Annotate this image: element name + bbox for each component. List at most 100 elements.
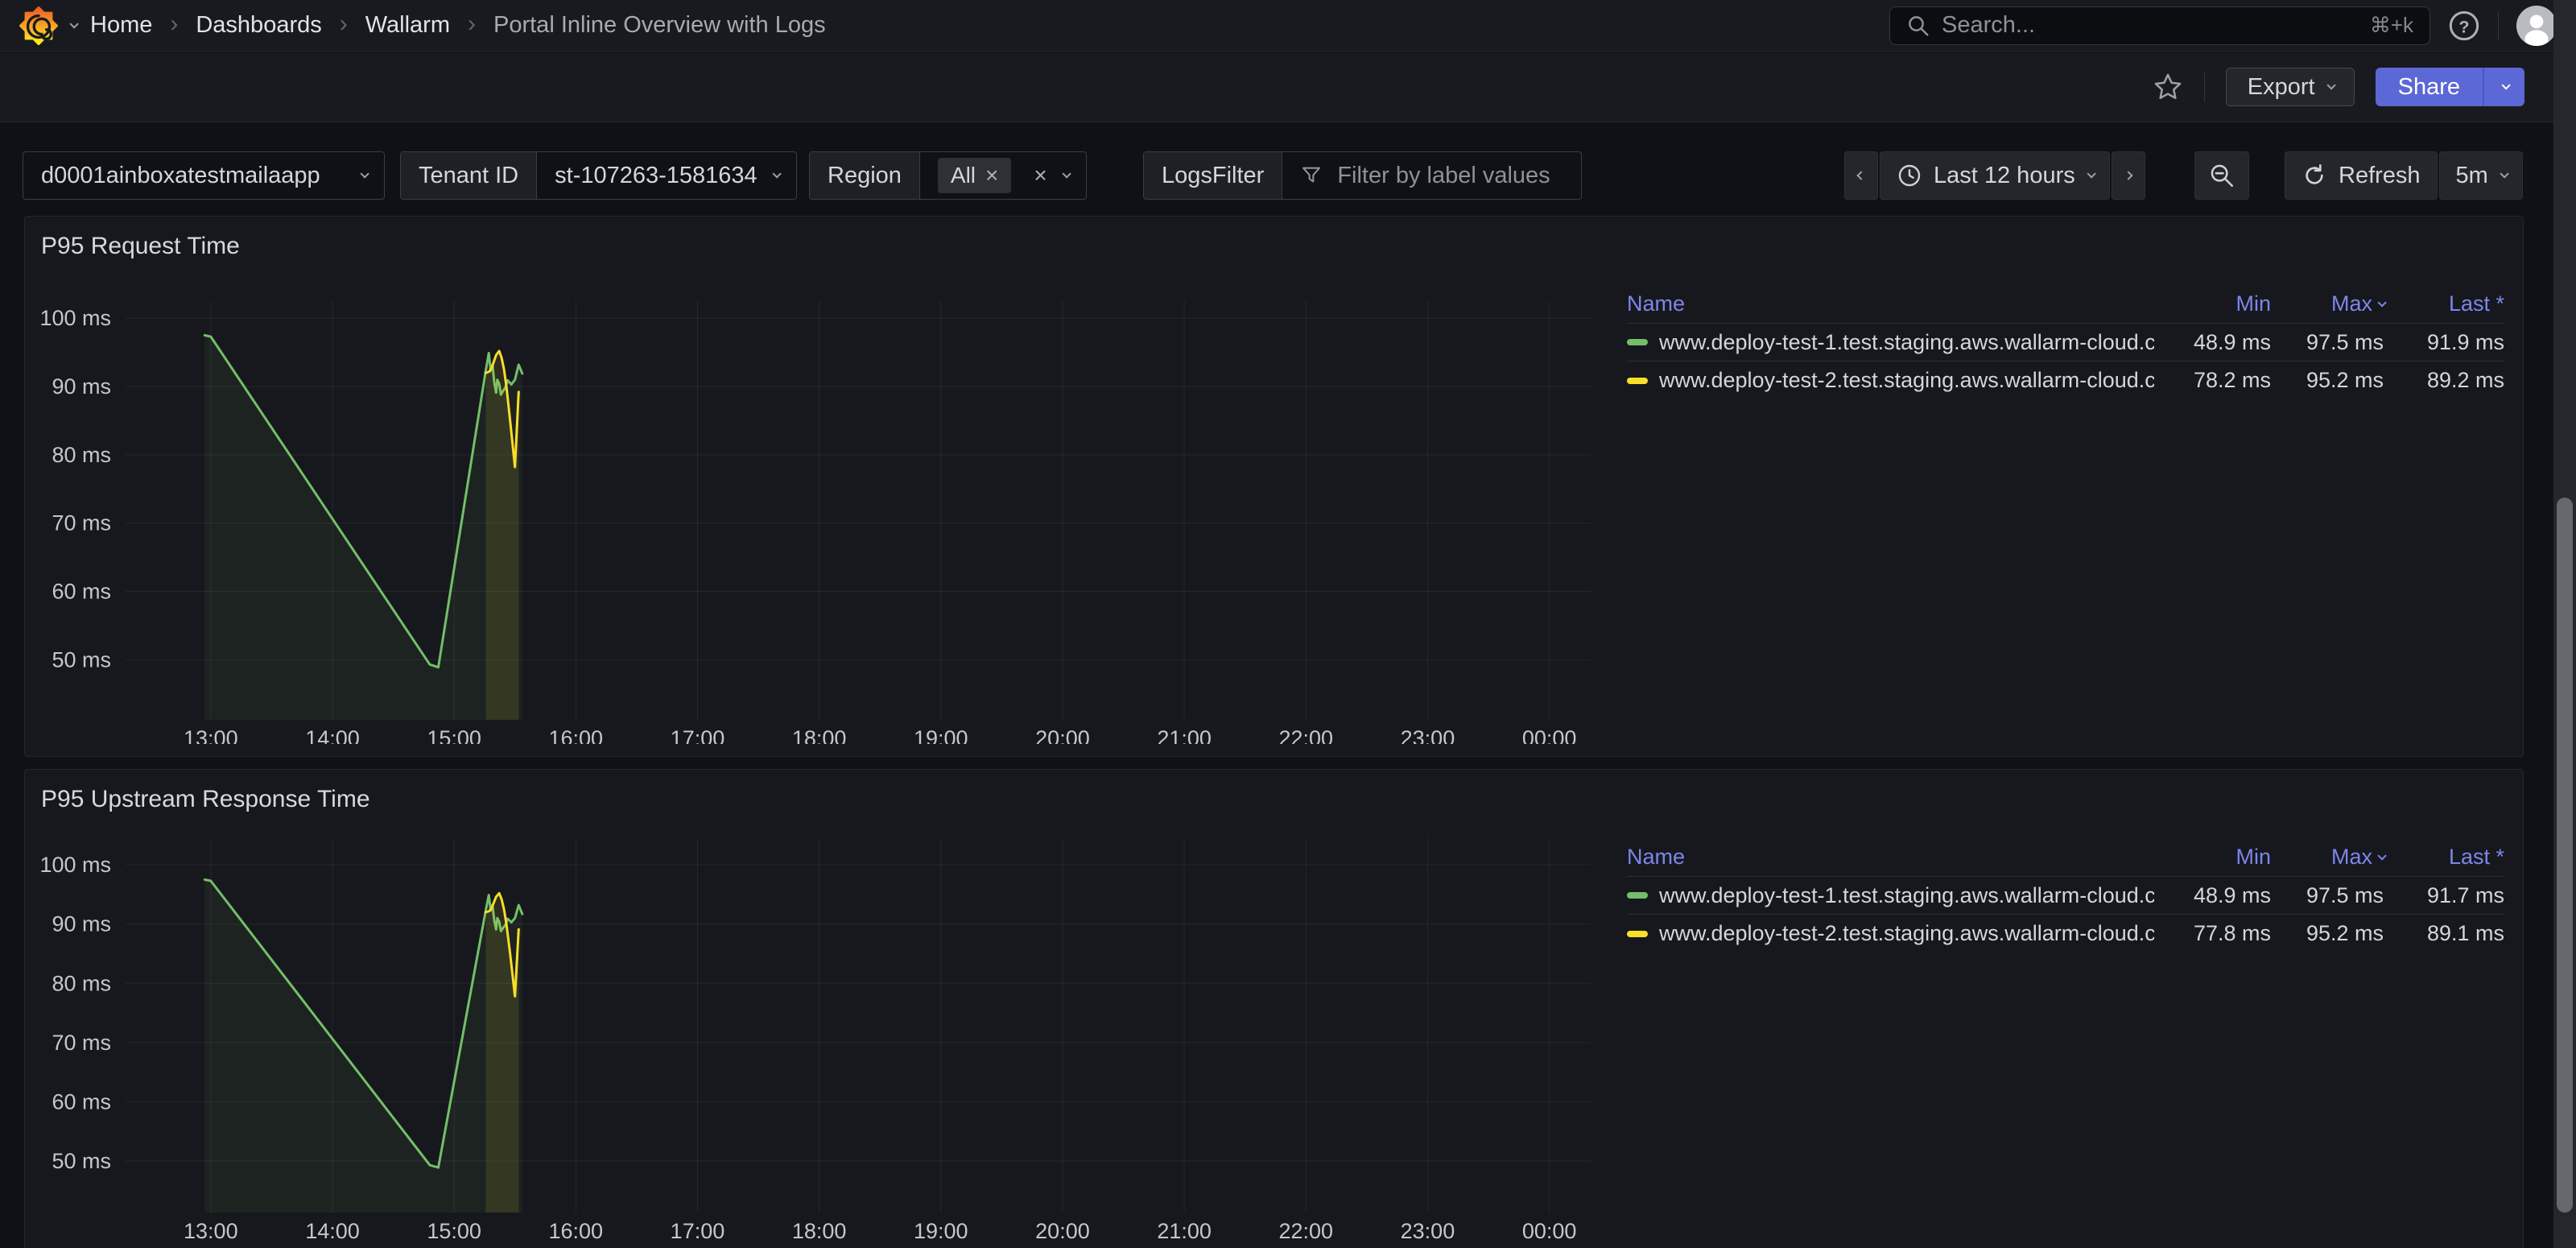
search-input[interactable]: Search... ⌘+k xyxy=(1889,6,2430,45)
tenant-variable-value: st-107263-1581634 xyxy=(555,163,758,189)
chevron-down-icon xyxy=(360,169,369,178)
svg-text:13:00: 13:00 xyxy=(184,726,238,744)
breadcrumb-current-dashboard: Portal Inline Overview with Logs xyxy=(493,12,826,39)
series-color-swatch[interactable] xyxy=(1627,339,1648,345)
svg-text:23:00: 23:00 xyxy=(1401,726,1455,744)
series-color-swatch[interactable] xyxy=(1627,892,1648,899)
breadcrumb-dashboards[interactable]: Dashboards xyxy=(196,12,321,39)
legend-header-last[interactable]: Last * xyxy=(2384,845,2504,870)
breadcrumb-separator: › xyxy=(468,10,476,38)
region-chip-label: All xyxy=(951,163,976,188)
svg-text:17:00: 17:00 xyxy=(671,726,725,744)
time-shift-forward-button[interactable] xyxy=(2112,151,2145,200)
nav-divider xyxy=(2498,11,2499,40)
svg-text:23:00: 23:00 xyxy=(1401,1219,1455,1243)
logsfilter-control: LogsFilter Filter by label values xyxy=(1143,151,1582,200)
series-name[interactable]: www.deploy-test-1.test.staging.aws.walla… xyxy=(1659,883,2154,908)
share-button[interactable]: Share xyxy=(2376,68,2483,106)
legend-header-min[interactable]: Min xyxy=(2154,845,2271,870)
refresh-button[interactable]: Refresh xyxy=(2285,151,2438,200)
org-switcher-chevron-icon[interactable] xyxy=(69,19,78,28)
series-max: 97.5 ms xyxy=(2271,883,2384,908)
search-icon xyxy=(1906,14,1930,38)
svg-text:00:00: 00:00 xyxy=(1522,1219,1577,1243)
legend-header-row: Name Min Max Last * xyxy=(1627,285,2504,324)
grafana-dashboard: Home › Dashboards › Wallarm › Portal Inl… xyxy=(0,0,2576,1248)
series-min: 78.2 ms xyxy=(2154,368,2271,393)
svg-text:15:00: 15:00 xyxy=(427,726,481,744)
svg-text:14:00: 14:00 xyxy=(305,726,360,744)
logsfilter-input[interactable]: Filter by label values xyxy=(1282,152,1581,199)
series-last: 89.1 ms xyxy=(2384,921,2504,946)
timeseries-chart[interactable]: 100 ms90 ms80 ms70 ms60 ms50 ms13:0014:0… xyxy=(37,830,1615,1248)
legend-table: Name Min Max Last * www.deploy-test-1.te… xyxy=(1627,285,2504,399)
time-zoom-out-button[interactable] xyxy=(2194,151,2249,200)
series-name[interactable]: www.deploy-test-2.test.staging.aws.walla… xyxy=(1659,368,2154,393)
legend-header-max[interactable]: Max xyxy=(2271,291,2384,316)
breadcrumb-home[interactable]: Home xyxy=(90,12,152,39)
variables-bar: d0001ainboxatestmailaapp Tenant ID st-10… xyxy=(0,122,2576,216)
region-variable-label: Region xyxy=(810,152,920,199)
timeseries-chart[interactable]: 100 ms90 ms80 ms70 ms60 ms50 ms13:0014:0… xyxy=(37,293,1615,744)
svg-text:80 ms: 80 ms xyxy=(52,971,111,995)
time-range-picker[interactable]: Last 12 hours xyxy=(1880,151,2110,200)
series-name[interactable]: www.deploy-test-2.test.staging.aws.walla… xyxy=(1659,921,2154,946)
region-variable-dropdown[interactable]: All × × xyxy=(920,152,1086,199)
svg-text:16:00: 16:00 xyxy=(549,1219,604,1243)
series-name[interactable]: www.deploy-test-1.test.staging.aws.walla… xyxy=(1659,330,2154,355)
svg-text:18:00: 18:00 xyxy=(792,726,847,744)
series-color-swatch[interactable] xyxy=(1627,931,1648,937)
breadcrumb-separator: › xyxy=(340,10,348,38)
series-min: 48.9 ms xyxy=(2154,883,2271,908)
series-max: 97.5 ms xyxy=(2271,330,2384,355)
breadcrumb-wallarm[interactable]: Wallarm xyxy=(365,12,450,39)
svg-text:50 ms: 50 ms xyxy=(52,1149,111,1173)
legend-header-max[interactable]: Max xyxy=(2271,845,2384,870)
chevron-down-icon xyxy=(772,169,781,178)
panel-title[interactable]: P95 Upstream Response Time xyxy=(41,786,370,813)
series-last: 91.9 ms xyxy=(2384,330,2504,355)
refresh-interval-dropdown[interactable]: 5m xyxy=(2439,151,2523,200)
time-shift-back-button[interactable] xyxy=(1844,151,1878,200)
svg-text:13:00: 13:00 xyxy=(184,1219,238,1243)
time-range-label: Last 12 hours xyxy=(1934,163,2075,189)
region-chip-all[interactable]: All × xyxy=(938,158,1011,193)
svg-text:19:00: 19:00 xyxy=(914,1219,968,1243)
svg-text:15:00: 15:00 xyxy=(427,1219,481,1243)
page-scrollbar-track[interactable] xyxy=(2553,0,2576,1248)
share-menu-button[interactable] xyxy=(2483,68,2524,106)
svg-text:19:00: 19:00 xyxy=(914,726,968,744)
legend-header-name[interactable]: Name xyxy=(1627,845,2154,870)
legend-header-name[interactable]: Name xyxy=(1627,291,2154,316)
legend-row: www.deploy-test-1.test.staging.aws.walla… xyxy=(1627,877,2504,915)
user-avatar[interactable] xyxy=(2516,6,2557,46)
tenant-variable-control: Tenant ID st-107263-1581634 xyxy=(400,151,797,200)
svg-text:20:00: 20:00 xyxy=(1035,1219,1090,1243)
chevron-down-icon xyxy=(1062,169,1071,178)
legend-header-min[interactable]: Min xyxy=(2154,291,2271,316)
svg-text:21:00: 21:00 xyxy=(1157,1219,1212,1243)
region-clear-icon[interactable]: × xyxy=(1034,163,1046,188)
zoom-out-group xyxy=(2194,151,2249,200)
svg-text:50 ms: 50 ms xyxy=(52,647,111,672)
app-variable-dropdown[interactable]: d0001ainboxatestmailaapp xyxy=(23,151,385,200)
help-icon[interactable]: ? xyxy=(2448,10,2480,42)
panel-title[interactable]: P95 Request Time xyxy=(41,233,240,260)
svg-text:17:00: 17:00 xyxy=(671,1219,725,1243)
export-button[interactable]: Export xyxy=(2226,68,2355,106)
top-nav: Home › Dashboards › Wallarm › Portal Inl… xyxy=(0,0,2576,52)
page-scrollbar-thumb[interactable] xyxy=(2557,498,2573,1213)
svg-text:00:00: 00:00 xyxy=(1522,726,1577,744)
svg-text:90 ms: 90 ms xyxy=(52,374,111,399)
series-color-swatch[interactable] xyxy=(1627,378,1648,384)
legend-row: www.deploy-test-1.test.staging.aws.walla… xyxy=(1627,324,2504,362)
svg-text:22:00: 22:00 xyxy=(1278,726,1333,744)
tenant-variable-dropdown[interactable]: st-107263-1581634 xyxy=(537,152,796,199)
clock-icon xyxy=(1897,163,1922,188)
chevron-down-icon xyxy=(2500,169,2508,178)
search-shortcut: ⌘+k xyxy=(2370,13,2413,38)
star-icon[interactable] xyxy=(2153,72,2183,102)
grafana-logo-icon[interactable] xyxy=(19,6,58,45)
region-chip-remove-icon[interactable]: × xyxy=(985,163,998,188)
legend-header-last[interactable]: Last * xyxy=(2384,291,2504,316)
